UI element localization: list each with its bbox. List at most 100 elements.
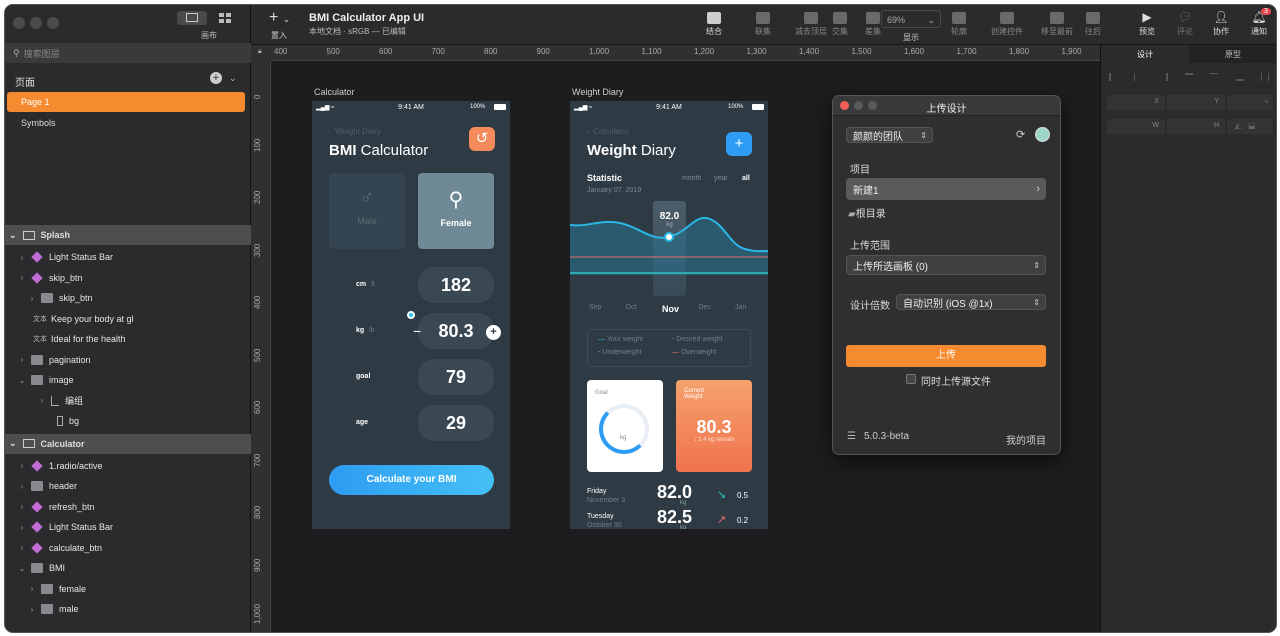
disclosure-icon[interactable]: › <box>17 273 27 282</box>
scope-select[interactable]: 上传所选画板 (0) ⇕ <box>846 255 1046 275</box>
layer-row[interactable]: › 1.radio/active <box>5 456 251 476</box>
y-field[interactable]: Y <box>1167 95 1225 110</box>
lock-icon[interactable]: 🔒︎ <box>258 48 262 56</box>
artboard-label-diary[interactable]: Weight Diary <box>572 87 623 97</box>
back-link[interactable]: ‹ Weight Diary <box>328 127 381 136</box>
flip-h-icon[interactable]: ◭ <box>1235 121 1241 130</box>
chevron-down-icon[interactable]: ⌄ <box>9 230 17 241</box>
disclosure-icon[interactable]: ⌄ <box>17 376 27 385</box>
align-right-icon[interactable] <box>1160 73 1168 81</box>
align-top-icon[interactable] <box>1184 73 1193 81</box>
root-folder[interactable]: ▰根目录 <box>848 205 886 220</box>
calc-row-value[interactable]: 182 <box>418 267 494 303</box>
disclosure-icon[interactable]: › <box>17 461 27 470</box>
insert-plus-icon[interactable]: + ⌄ <box>269 9 290 27</box>
toolbar-button-2[interactable]: 减去顶层 <box>795 9 827 37</box>
disclosure-icon[interactable]: › <box>17 253 27 262</box>
artboard-label-calculator[interactable]: Calculator <box>314 87 355 97</box>
diary-artboard[interactable]: 9:41 AM ▂▄▆ ≈ 100% ‹ Calculator + Weight… <box>570 101 768 529</box>
goal-card[interactable]: Goal kg <box>587 380 663 472</box>
layer-row[interactable]: › female <box>5 579 251 599</box>
month-label[interactable]: Dec <box>699 304 711 311</box>
female-card[interactable]: ⚲ Female <box>418 173 494 249</box>
disclosure-icon[interactable]: › <box>27 584 37 593</box>
source-checkbox[interactable] <box>906 374 916 384</box>
weight-entry[interactable]: Tuesday October 30 82.5 kg ↗ 0.2 <box>587 507 757 529</box>
refresh-icon[interactable]: ↺ <box>469 127 495 151</box>
toolbar-button-0[interactable]: 结合 <box>706 9 722 37</box>
weight-entry[interactable]: Friday November 3 82.0 kg ↘ 0.5 <box>587 482 757 509</box>
disclosure-icon[interactable]: › <box>27 605 37 614</box>
upload-button[interactable]: 上传 <box>846 345 1046 367</box>
layer-row[interactable]: › pagination <box>5 350 251 370</box>
range-month[interactable]: month <box>682 175 701 182</box>
menu-list-icon[interactable]: ☰ <box>847 431 856 442</box>
tab-prototype[interactable]: 原型 <box>1189 45 1276 63</box>
sync-icon[interactable]: ⟳ <box>1016 128 1025 141</box>
toolbar-button-4[interactable]: 差集 <box>865 9 881 37</box>
disclosure-icon[interactable]: › <box>27 294 37 303</box>
male-card[interactable]: ♂ Male <box>329 173 405 249</box>
toolbar-button-8[interactable]: 往后 <box>1085 9 1101 37</box>
calc-row-value[interactable]: 79 <box>418 359 494 395</box>
month-label[interactable]: Sep <box>589 304 601 311</box>
range-year[interactable]: year <box>714 175 728 182</box>
toolbar-collaborate-button[interactable]: 👤︎ 协作 <box>1213 9 1229 37</box>
flip-v-icon[interactable]: ⬓ <box>1248 121 1256 130</box>
project-select[interactable]: 新建1 › <box>846 178 1046 200</box>
disclosure-icon[interactable]: › <box>17 543 27 552</box>
align-left-icon[interactable] <box>1109 73 1117 81</box>
calc-row-value[interactable]: 80.3 <box>418 313 494 349</box>
back-link[interactable]: ‹ Calculator <box>586 127 629 136</box>
layer-row[interactable]: › refresh_btn <box>5 497 251 517</box>
range-all[interactable]: all <box>742 175 750 182</box>
add-page-icon[interactable]: + <box>210 72 222 84</box>
calculator-artboard[interactable]: 9:41 AM ▂▄▆ ≈ 100% ‹ Weight Diary ↺ BMI … <box>312 101 510 529</box>
page-item-1[interactable]: Page 1 <box>7 92 245 112</box>
month-label[interactable]: Oct <box>626 304 637 311</box>
scale-select[interactable]: 自动识别 (iOS @1x) ⇕ <box>896 294 1046 310</box>
toolbar-preview-play-button[interactable]: ▶ 预览 <box>1139 9 1155 37</box>
current-weight-card[interactable]: Current Weight 80.3 ↓ 1.4 kg remain <box>676 380 752 472</box>
toolbar-button-3[interactable]: 交集 <box>832 9 848 37</box>
layer-row[interactable]: › header <box>5 476 251 496</box>
align-bottom-icon[interactable] <box>1235 73 1244 81</box>
close-dot[interactable] <box>13 17 25 29</box>
toolbar-button-6[interactable]: 创建控件 <box>991 9 1023 37</box>
layer-row[interactable]: › Light Status Bar <box>5 517 251 537</box>
align-center-icon[interactable] <box>1134 73 1142 81</box>
h-field[interactable]: H <box>1167 119 1225 134</box>
layer-row[interactable]: › skip_btn <box>5 288 251 308</box>
layer-row[interactable]: ⌄ image <box>5 370 251 390</box>
flip-buttons[interactable]: ◭ ⬓ <box>1227 119 1273 134</box>
zoom-field[interactable]: 69% ⌄ <box>881 10 941 28</box>
chevron-down-icon[interactable]: ⌄ <box>229 73 237 84</box>
layer-row[interactable]: 文本 Keep your body at gl <box>5 309 251 329</box>
toolbar-button-5[interactable]: 轮廓 <box>951 9 967 37</box>
selection-handle[interactable] <box>407 311 415 319</box>
grid-view-icon[interactable] <box>219 13 231 24</box>
plus-icon[interactable]: + <box>486 325 501 340</box>
canvas[interactable]: Calculator 9:41 AM ▂▄▆ ≈ 100% ‹ Weight D… <box>271 61 1100 632</box>
layer-group-splash[interactable]: ⌄ Splash <box>5 225 251 245</box>
canvas-view-button[interactable] <box>177 11 207 25</box>
distribute-icon[interactable] <box>1260 73 1269 81</box>
chevron-down-icon[interactable]: ⌄ <box>9 438 17 449</box>
toolbar-comment-button[interactable]: 💬︎ 评论 <box>1177 9 1193 37</box>
rotation-field[interactable]: + <box>1227 95 1273 110</box>
disclosure-icon[interactable]: › <box>37 396 47 405</box>
toolbar-button-1[interactable]: 联集 <box>755 9 771 37</box>
team-select[interactable]: 颜颜的团队 ⇕ <box>846 127 933 143</box>
page-item-symbols[interactable]: Symbols <box>21 118 56 128</box>
w-field[interactable]: W <box>1107 119 1165 134</box>
disclosure-icon[interactable]: › <box>17 502 27 511</box>
layer-row[interactable]: › male <box>5 599 251 619</box>
toolbar-button-7[interactable]: 移至最前 <box>1041 9 1073 37</box>
layer-row[interactable]: › calculate_btn <box>5 538 251 558</box>
avatar[interactable] <box>1035 127 1050 142</box>
layer-row[interactable]: 文本 Ideal for the health <box>5 329 251 349</box>
disclosure-icon[interactable]: › <box>17 523 27 532</box>
zoom-dot[interactable] <box>47 17 59 29</box>
layer-row[interactable]: ⌄ BMI <box>5 558 251 578</box>
disclosure-icon[interactable]: › <box>17 355 27 364</box>
